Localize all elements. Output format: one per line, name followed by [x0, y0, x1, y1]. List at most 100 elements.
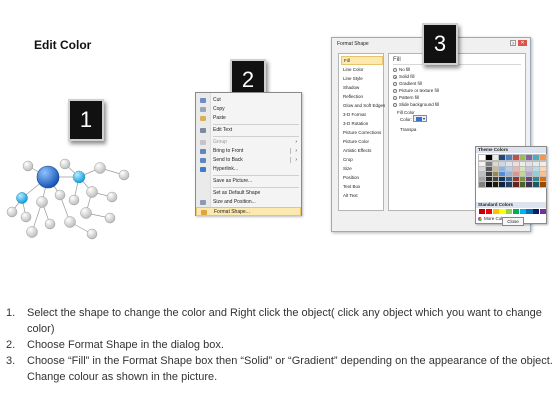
category-3d-format[interactable]: 3-D Format: [341, 110, 383, 119]
radio-gradient-fill[interactable]: Gradient fill: [393, 81, 422, 87]
node-gray: [86, 228, 98, 240]
menu-item-hyperlink[interactable]: Hyperlink...: [196, 165, 301, 174]
color-swatch[interactable]: [499, 209, 506, 214]
category-list: Fill Line Color Line Style Shadow Reflec…: [338, 53, 385, 211]
menu-item-set-default-shape[interactable]: Set as Default Shape: [196, 189, 301, 198]
transparency-label: Transpa: [400, 127, 417, 132]
menu-item-save-as-picture[interactable]: Save as Picture...: [196, 177, 301, 186]
color-swatch[interactable]: [506, 209, 513, 214]
category-position[interactable]: Position: [341, 173, 383, 182]
standard-color-row: [479, 209, 547, 214]
color-swatch[interactable]: [484, 154, 493, 161]
color-swatch[interactable]: [525, 181, 534, 188]
radio-pattern-fill[interactable]: Pattern fill: [393, 95, 419, 101]
color-swatch[interactable]: [533, 209, 540, 214]
menu-item-paste[interactable]: Paste: [196, 114, 301, 123]
color-swatch[interactable]: [477, 181, 487, 188]
paste-icon: [200, 116, 206, 121]
node-gray: [118, 169, 130, 181]
category-crop[interactable]: Crop: [341, 155, 383, 164]
color-swatch[interactable]: [492, 209, 499, 214]
menu-item-format-shape[interactable]: Format Shape...: [196, 207, 301, 216]
chevron-down-icon: ▾: [422, 116, 425, 121]
color-swatch[interactable]: [539, 154, 548, 161]
menu-item-cut[interactable]: Cut: [196, 96, 301, 105]
color-swatch[interactable]: [512, 209, 520, 214]
color-swatch[interactable]: [532, 181, 541, 188]
send-back-icon: [200, 158, 206, 163]
color-swatch[interactable]: [505, 154, 514, 161]
node-gray: [104, 212, 116, 224]
theme-colors-heading: Theme Colors: [476, 147, 546, 153]
node-gray: [26, 226, 38, 238]
close-icon[interactable]: ✕: [518, 40, 527, 46]
radio-slide-background-fill[interactable]: Slide background fill: [393, 102, 439, 108]
category-glow[interactable]: Glow and Soft Edges: [341, 101, 385, 110]
menu-item-send-to-back[interactable]: Send to Back ›: [196, 156, 301, 165]
edit-text-icon: [200, 128, 206, 133]
category-fill[interactable]: Fill: [341, 56, 383, 65]
radio-no-fill[interactable]: No fill: [393, 67, 410, 73]
instruction-list: 1. Select the shape to change the color …: [6, 305, 554, 385]
category-reflection[interactable]: Reflection: [341, 92, 383, 101]
category-picture-color[interactable]: Picture Color: [341, 137, 383, 146]
radio-solid-fill[interactable]: Solid fill: [393, 74, 415, 80]
close-button[interactable]: Close: [502, 217, 524, 226]
color-swatch[interactable]: [532, 154, 541, 161]
color-swatch[interactable]: [479, 209, 486, 214]
submenu-arrow-icon: ›: [295, 139, 297, 145]
color-wheel-icon: [478, 216, 482, 221]
node-gray: [20, 211, 32, 223]
menu-item-size-position[interactable]: Size and Position...: [196, 198, 301, 207]
node-gray: [54, 189, 66, 201]
submenu-arrow-icon: ›: [295, 157, 297, 163]
bring-front-icon: [200, 149, 206, 154]
color-swatch[interactable]: [526, 209, 533, 214]
menu-item-group[interactable]: Group ›: [196, 138, 301, 147]
radio-picture-fill[interactable]: Picture or texture fill: [393, 88, 439, 94]
category-alt-text[interactable]: Alt Text: [341, 191, 383, 200]
color-swatch[interactable]: [519, 209, 526, 214]
node-gray: [80, 207, 92, 219]
category-artistic-effects[interactable]: Artistic Effects: [341, 146, 383, 155]
category-text-box[interactable]: Text Box: [341, 182, 383, 191]
color-swatch[interactable]: [477, 154, 487, 161]
node-gray: [6, 206, 18, 218]
color-swatch[interactable]: [518, 154, 527, 161]
help-button[interactable]: ?: [510, 40, 516, 46]
menu-item-edit-text[interactable]: Edit Text: [196, 126, 301, 135]
menu-item-bring-to-front[interactable]: Bring to Front ›: [196, 147, 301, 156]
category-3d-rotation[interactable]: 3-D Rotation: [341, 119, 383, 128]
size-position-icon: [200, 200, 206, 205]
fill-panel: Fill No fill Solid fill Gradient fill Pi…: [388, 53, 548, 224]
network-diagram[interactable]: [0, 150, 150, 255]
category-line-style[interactable]: Line Style: [341, 74, 383, 83]
fill-heading: Fill: [393, 57, 401, 63]
color-swatch[interactable]: [498, 154, 507, 161]
category-line-color[interactable]: Line Color: [341, 65, 383, 74]
category-size[interactable]: Size: [341, 164, 383, 173]
color-picker-button[interactable]: ▾: [413, 115, 427, 122]
color-swatch[interactable]: [539, 181, 548, 188]
submenu-arrow-icon: ›: [295, 148, 297, 154]
color-swatch[interactable]: [511, 154, 521, 161]
category-picture-corrections[interactable]: Picture Corrections: [341, 128, 383, 137]
category-shadow[interactable]: Shadow: [341, 83, 383, 92]
node-gray: [36, 196, 48, 208]
color-swatch[interactable]: [485, 209, 492, 214]
node-gray: [68, 194, 80, 206]
context-menu: Cut Copy Paste Edit Text Group › Bring t…: [195, 92, 302, 216]
menu-item-copy[interactable]: Copy: [196, 105, 301, 114]
step-1-badge: 1: [68, 99, 104, 141]
format-shape-dialog: Format Shape ? ✕ Fill Line Color Line St…: [331, 37, 548, 232]
color-swatch[interactable]: [491, 181, 500, 188]
color-swatch[interactable]: [540, 209, 547, 214]
color-swatch[interactable]: [518, 181, 527, 188]
color-swatch[interactable]: [525, 154, 534, 161]
color-swatch[interactable]: [491, 154, 500, 161]
node-gray: [94, 162, 106, 174]
color-swatch[interactable]: [498, 181, 507, 188]
color-swatch[interactable]: [505, 181, 514, 188]
color-swatch[interactable]: [484, 181, 493, 188]
color-swatch[interactable]: [511, 181, 521, 188]
